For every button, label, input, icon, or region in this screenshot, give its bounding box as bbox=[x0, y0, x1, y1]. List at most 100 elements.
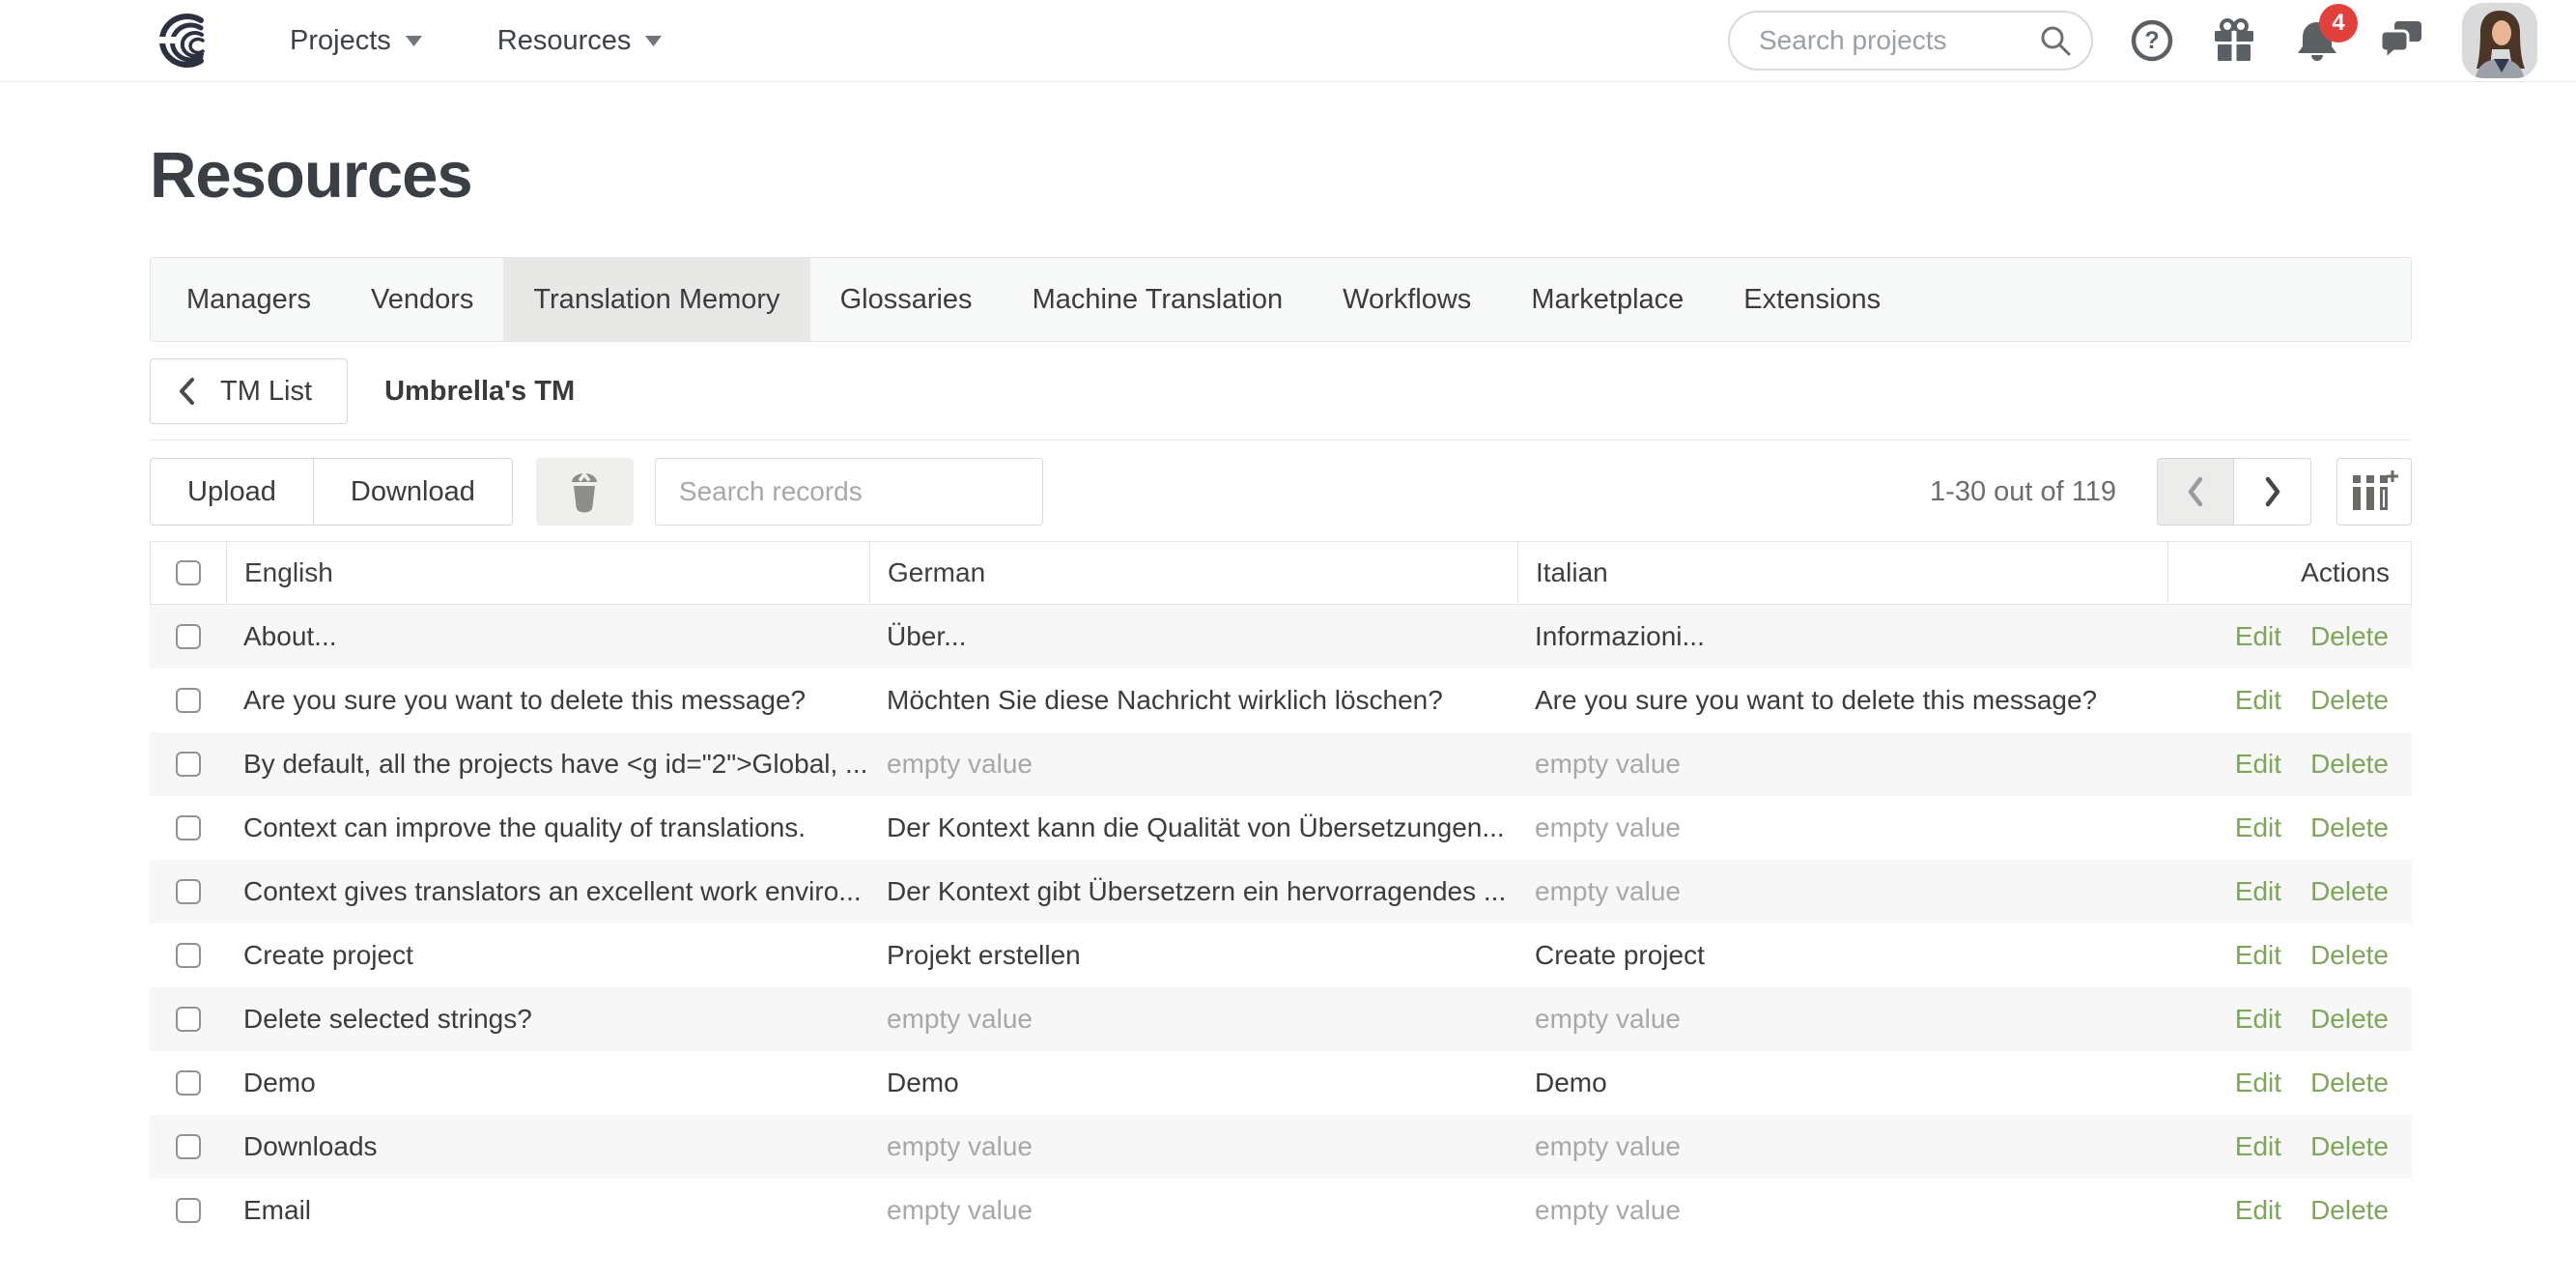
row-actions: Edit Delete bbox=[2167, 685, 2410, 716]
row-checkbox-cell bbox=[150, 1198, 226, 1223]
tm-records-table: English German Italian Actions About... … bbox=[150, 541, 2412, 1242]
cell-english: Context can improve the quality of trans… bbox=[226, 812, 869, 843]
cell-italian: Informazioni... bbox=[1517, 621, 2167, 652]
cell-italian: Demo bbox=[1517, 1068, 2167, 1098]
row-actions: Edit Delete bbox=[2167, 940, 2410, 971]
edit-link[interactable]: Edit bbox=[2235, 1195, 2281, 1226]
trash-icon bbox=[563, 469, 606, 515]
main-nav: Projects Resources bbox=[290, 25, 737, 57]
search-icon bbox=[2039, 24, 2072, 57]
app-logo-icon[interactable] bbox=[153, 13, 214, 69]
tab-vendors[interactable]: Vendors bbox=[341, 258, 503, 341]
previous-page-button[interactable] bbox=[2157, 458, 2234, 526]
edit-link[interactable]: Edit bbox=[2235, 876, 2281, 907]
edit-link[interactable]: Edit bbox=[2235, 812, 2281, 843]
row-checkbox[interactable] bbox=[176, 1070, 201, 1096]
tab-managers[interactable]: Managers bbox=[156, 258, 341, 341]
row-checkbox[interactable] bbox=[176, 1134, 201, 1159]
download-button[interactable]: Download bbox=[314, 458, 513, 526]
row-checkbox[interactable] bbox=[176, 752, 201, 777]
back-to-tm-list-button[interactable]: TM List bbox=[150, 358, 348, 424]
row-checkbox[interactable] bbox=[176, 624, 201, 649]
row-checkbox[interactable] bbox=[176, 943, 201, 968]
row-actions: Edit Delete bbox=[2167, 876, 2410, 907]
edit-link[interactable]: Edit bbox=[2235, 940, 2281, 971]
cell-italian: Create project bbox=[1517, 940, 2167, 971]
row-checkbox-cell bbox=[150, 1070, 226, 1096]
cell-italian: Are you sure you want to delete this mes… bbox=[1517, 685, 2167, 716]
help-icon: ? bbox=[2130, 18, 2174, 63]
row-checkbox[interactable] bbox=[176, 1198, 201, 1223]
next-page-button[interactable] bbox=[2234, 458, 2311, 526]
delete-link[interactable]: Delete bbox=[2310, 621, 2389, 652]
cell-english: Context gives translators an excellent w… bbox=[226, 876, 869, 907]
toolbar-right: 1-30 out of 119 bbox=[1930, 458, 2412, 526]
cell-german: empty value bbox=[869, 1195, 1517, 1226]
cell-english: Downloads bbox=[226, 1131, 869, 1162]
delete-link[interactable]: Delete bbox=[2310, 685, 2389, 716]
row-checkbox[interactable] bbox=[176, 688, 201, 713]
svg-text:?: ? bbox=[2144, 27, 2159, 54]
nav-item-projects[interactable]: Projects bbox=[290, 25, 422, 57]
select-all-cell bbox=[151, 542, 227, 604]
cell-german: empty value bbox=[869, 1131, 1517, 1162]
records-search-input[interactable] bbox=[655, 458, 1043, 526]
manage-columns-icon bbox=[2349, 470, 2399, 514]
back-button-label: TM List bbox=[220, 376, 312, 408]
row-actions: Edit Delete bbox=[2167, 1195, 2410, 1226]
delete-link[interactable]: Delete bbox=[2310, 940, 2389, 971]
delete-link[interactable]: Delete bbox=[2310, 812, 2389, 843]
delete-link[interactable]: Delete bbox=[2310, 749, 2389, 780]
chevron-down-icon bbox=[645, 36, 662, 46]
help-button[interactable]: ? bbox=[2130, 18, 2174, 63]
gift-button[interactable] bbox=[2211, 17, 2257, 64]
edit-link[interactable]: Edit bbox=[2235, 1004, 2281, 1035]
delete-selected-button[interactable] bbox=[536, 458, 634, 526]
tm-title: Umbrella's TM bbox=[384, 376, 575, 408]
tab-glossaries[interactable]: Glossaries bbox=[810, 258, 1003, 341]
user-avatar[interactable] bbox=[2462, 3, 2537, 78]
breadcrumb: TM List Umbrella's TM bbox=[150, 342, 2412, 441]
tab-extensions[interactable]: Extensions bbox=[1713, 258, 1911, 341]
table-row: Email empty value empty value Edit Delet… bbox=[150, 1179, 2412, 1242]
tm-toolbar: Upload Download 1-30 out of 119 bbox=[150, 441, 2412, 541]
edit-link[interactable]: Edit bbox=[2235, 685, 2281, 716]
select-all-checkbox[interactable] bbox=[176, 560, 201, 585]
manage-columns-button[interactable] bbox=[2336, 458, 2412, 526]
row-actions: Edit Delete bbox=[2167, 812, 2410, 843]
edit-link[interactable]: Edit bbox=[2235, 621, 2281, 652]
row-checkbox[interactable] bbox=[176, 815, 201, 840]
tab-machine-translation[interactable]: Machine Translation bbox=[1003, 258, 1314, 341]
cell-german: Der Kontext kann die Qualität von Überse… bbox=[869, 812, 1517, 843]
delete-link[interactable]: Delete bbox=[2310, 1004, 2389, 1035]
messages-button[interactable] bbox=[2377, 17, 2425, 64]
tab-translation-memory[interactable]: Translation Memory bbox=[503, 258, 809, 341]
row-checkbox-cell bbox=[150, 1007, 226, 1032]
edit-link[interactable]: Edit bbox=[2235, 749, 2281, 780]
upload-button[interactable]: Upload bbox=[150, 458, 314, 526]
navbar-right: ? 4 bbox=[1728, 3, 2537, 78]
page-content: Resources Managers Vendors Translation M… bbox=[150, 138, 2412, 1242]
row-checkbox[interactable] bbox=[176, 879, 201, 904]
edit-link[interactable]: Edit bbox=[2235, 1131, 2281, 1162]
tab-marketplace[interactable]: Marketplace bbox=[1501, 258, 1713, 341]
row-actions: Edit Delete bbox=[2167, 621, 2410, 652]
tab-workflows[interactable]: Workflows bbox=[1313, 258, 1501, 341]
row-actions: Edit Delete bbox=[2167, 1068, 2410, 1098]
cell-english: By default, all the projects have <g id=… bbox=[226, 749, 869, 780]
row-checkbox[interactable] bbox=[176, 1007, 201, 1032]
notifications-button[interactable]: 4 bbox=[2294, 17, 2340, 64]
row-checkbox-cell bbox=[150, 943, 226, 968]
delete-link[interactable]: Delete bbox=[2310, 1068, 2389, 1098]
projects-search-input[interactable] bbox=[1757, 24, 2039, 57]
delete-link[interactable]: Delete bbox=[2310, 1131, 2389, 1162]
edit-link[interactable]: Edit bbox=[2235, 1068, 2281, 1098]
delete-link[interactable]: Delete bbox=[2310, 1195, 2389, 1226]
table-row: About... Über... Informazioni... Edit De… bbox=[150, 605, 2412, 669]
cell-english: Email bbox=[226, 1195, 869, 1226]
delete-link[interactable]: Delete bbox=[2310, 876, 2389, 907]
cell-italian: empty value bbox=[1517, 812, 2167, 843]
column-header-german: German bbox=[870, 542, 1518, 604]
row-actions: Edit Delete bbox=[2167, 1131, 2410, 1162]
nav-item-resources[interactable]: Resources bbox=[497, 25, 663, 57]
